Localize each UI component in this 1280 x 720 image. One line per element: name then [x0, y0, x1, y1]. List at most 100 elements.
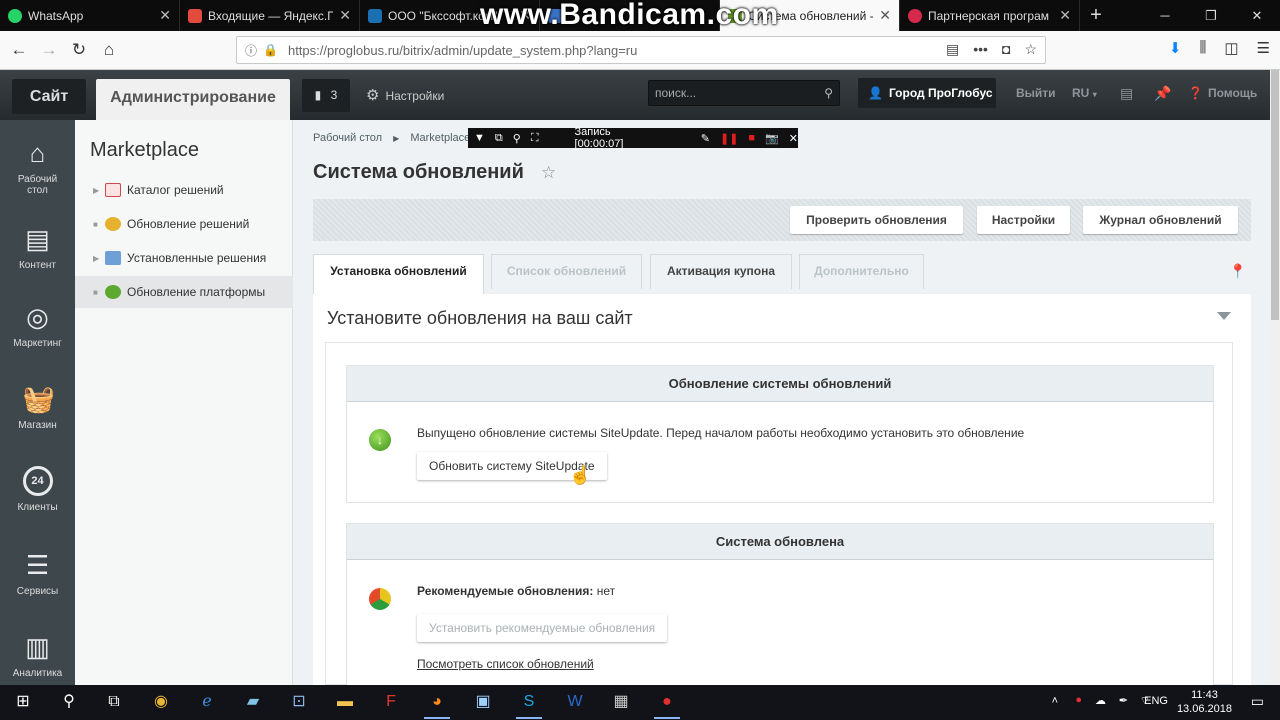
menu-item-store[interactable]: 🧺 Магазин	[0, 384, 75, 431]
search-icon[interactable]: ⚲	[513, 132, 521, 145]
cloud-icon[interactable]: ☁	[1095, 694, 1106, 707]
layout-icon[interactable]: ▤	[1120, 78, 1133, 108]
more-actions-icon[interactable]: •••	[973, 41, 988, 58]
new-tab-button[interactable]: +	[1080, 0, 1112, 31]
sidebar-item-update-solutions[interactable]: ■ Обновление решений	[75, 208, 293, 240]
record-icon[interactable]: ●	[1075, 694, 1082, 706]
close-icon[interactable]: ✕	[879, 7, 891, 24]
windows-start-icon[interactable]: ⊞	[8, 689, 38, 715]
expand-arrow-icon[interactable]: ▶	[93, 186, 105, 195]
restore-icon[interactable]: ❐	[1188, 0, 1234, 31]
back-icon[interactable]: ←	[4, 40, 34, 60]
view-updates-link[interactable]: Посмотреть список обновлений	[417, 657, 594, 671]
tab-update-list[interactable]: Список обновлений	[491, 254, 642, 289]
notification-center-icon[interactable]: ▭	[1251, 693, 1264, 710]
filezilla-icon[interactable]: F	[376, 689, 406, 715]
menu-item-services[interactable]: ☰ Сервисы	[0, 550, 75, 597]
pin-icon[interactable]: 📍	[1229, 263, 1246, 280]
sidebar-icon[interactable]: ◫	[1224, 39, 1238, 57]
bandicam-icon[interactable]: ●	[652, 689, 682, 719]
url-text[interactable]: https://proglobus.ru/bitrix/admin/update…	[288, 43, 637, 58]
language-indicator[interactable]: ENG	[1144, 695, 1168, 707]
site-button[interactable]: Сайт	[12, 79, 86, 114]
search-icon[interactable]: ⚲	[824, 81, 833, 105]
camera-icon[interactable]: 📷	[765, 132, 779, 145]
settings-toolbar-button[interactable]: Настройки	[977, 206, 1070, 234]
expand-arrow-icon[interactable]: ▶	[93, 254, 105, 263]
check-updates-button[interactable]: Проверить обновления	[790, 206, 963, 234]
forward-icon[interactable]: →	[34, 40, 64, 60]
edge-icon[interactable]: ℯ	[192, 689, 222, 715]
browser-tab-yandex-mail[interactable]: Входящие — Яндекс.По ✕	[180, 0, 360, 31]
update-journal-button[interactable]: Журнал обновлений	[1083, 206, 1238, 234]
close-icon[interactable]: ✕	[1059, 7, 1071, 24]
browser-tab-partner[interactable]: Партнерская програм ✕	[900, 0, 1080, 31]
pencil-icon[interactable]: ✎	[701, 132, 710, 145]
page-scrollbar[interactable]	[1270, 70, 1280, 685]
menu-item-clients[interactable]: 24 Клиенты	[0, 466, 75, 513]
window-icon[interactable]: ⧉	[495, 132, 503, 145]
menu-item-desktop[interactable]: ⌂ Рабочий стол	[0, 138, 75, 196]
network-icon[interactable]: ⊡	[284, 689, 314, 715]
menu-item-content[interactable]: ▤ Контент	[0, 224, 75, 271]
pause-icon[interactable]: ❚❚	[720, 132, 738, 145]
home-icon[interactable]: ⌂	[94, 40, 124, 60]
close-icon[interactable]: ✕	[159, 7, 171, 24]
notifications-button[interactable]: ▮ 3	[302, 79, 350, 112]
clock[interactable]: 11:43 13.06.2018	[1177, 688, 1232, 716]
notepad-icon[interactable]: ▰	[238, 689, 268, 715]
sidebar-item-installed[interactable]: ▶ Установленные решения	[75, 242, 293, 274]
menu-item-analytics[interactable]: ▥ Аналитика	[0, 632, 75, 679]
close-icon[interactable]: ✕	[789, 132, 798, 145]
stop-icon[interactable]: ■	[748, 132, 755, 144]
scrollbar-thumb[interactable]	[1271, 70, 1279, 320]
app-icon[interactable]: ▣	[468, 689, 498, 715]
dropdown-icon[interactable]: ▼	[474, 132, 485, 144]
pin-icon[interactable]: 📌	[1154, 78, 1171, 108]
library-icon[interactable]: ⫼	[1199, 39, 1206, 57]
search-input[interactable]: поиск... ⚲	[648, 80, 840, 106]
close-icon[interactable]: ✕	[339, 7, 351, 24]
admin-button[interactable]: Администрирование	[96, 79, 290, 120]
chrome-icon[interactable]: ◉	[146, 689, 176, 715]
sidebar-item-platform-update[interactable]: ■ Обновление платформы	[75, 276, 293, 308]
bookmark-star-icon[interactable]: ☆	[1024, 41, 1037, 58]
search-icon[interactable]: ⚲	[54, 689, 84, 715]
firefox-icon[interactable]: ◕	[422, 689, 452, 719]
tab-additional[interactable]: Дополнительно	[799, 254, 924, 289]
folder-icon[interactable]: ▬	[330, 689, 360, 715]
word-icon[interactable]: W	[560, 689, 590, 715]
fullscreen-icon[interactable]: ⛶	[531, 132, 539, 145]
download-icon[interactable]: ⬇	[1169, 39, 1182, 57]
menu-icon[interactable]: ☰	[1257, 39, 1270, 57]
pen-icon[interactable]: ✒	[1119, 694, 1128, 707]
favorite-star-icon[interactable]: ☆	[541, 163, 556, 183]
tool-icon[interactable]: ▦	[606, 689, 636, 715]
info-icon[interactable]: ⓘ	[245, 42, 257, 59]
settings-button[interactable]: ⚙ Настройки	[366, 79, 444, 112]
tab-install-updates[interactable]: Установка обновлений	[313, 254, 484, 294]
breadcrumb-desktop[interactable]: Рабочий стол	[313, 132, 382, 144]
breadcrumb-marketplace[interactable]: Marketplace	[410, 132, 470, 144]
minimize-icon[interactable]: ─	[1142, 0, 1188, 31]
help-button[interactable]: ❓ Помощь	[1188, 78, 1257, 108]
chevron-up-icon[interactable]: ˄	[1052, 695, 1058, 707]
menu-item-marketing[interactable]: ◎ Маркетинг	[0, 302, 75, 349]
sidebar-item-catalog[interactable]: ▶ Каталог решений	[75, 174, 293, 206]
skype-icon[interactable]: S	[514, 689, 544, 719]
recommended-label: Рекомендуемые обновления:	[417, 584, 594, 598]
collapse-arrow-icon[interactable]	[1217, 312, 1231, 320]
language-selector[interactable]: RU ▾	[1072, 78, 1097, 110]
reader-view-icon[interactable]: ▤	[946, 41, 959, 58]
logout-button[interactable]: Выйти	[1016, 78, 1056, 108]
tab-coupon-activation[interactable]: Активация купона	[650, 254, 792, 289]
pocket-icon[interactable]: ◘	[1002, 41, 1010, 58]
install-recommended-button[interactable]: Установить рекомендуемые обновления	[417, 614, 668, 642]
reload-icon[interactable]: ↻	[64, 40, 94, 60]
user-button[interactable]: 👤 Город ПроГлобус	[858, 78, 996, 108]
url-bar[interactable]: ⓘ 🔒 https://proglobus.ru/bitrix/admin/up…	[236, 36, 1046, 64]
browser-tab-whatsapp[interactable]: WhatsApp ✕	[0, 0, 180, 31]
window-close-icon[interactable]: ✕	[1234, 0, 1280, 31]
task-view-icon[interactable]: ⧉	[99, 689, 129, 715]
recorder-toolbar: ▼ ⧉ ⚲ ⛶ Запись [00:00:07] ✎ ❚❚ ■ 📷 ✕	[468, 126, 798, 150]
